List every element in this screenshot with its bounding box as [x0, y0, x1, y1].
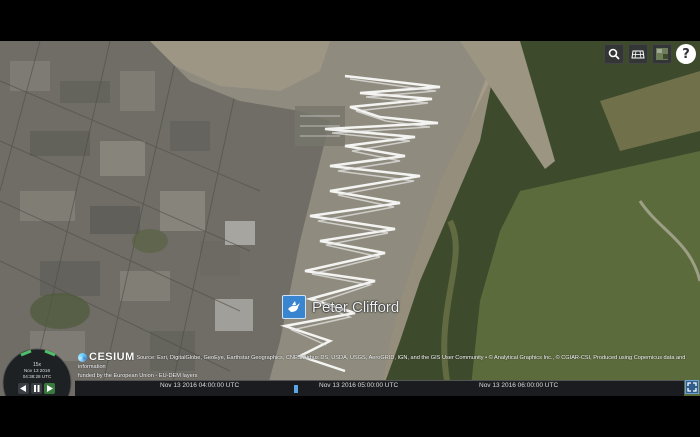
base-layer-picker-button[interactable] [652, 44, 672, 64]
dove-icon [282, 295, 306, 319]
pause-button[interactable] [31, 383, 42, 394]
date-readout: Nov 13 2016 [24, 368, 50, 373]
timeline-tick-2: Nov 13 2016 05:00:00 UTC [319, 382, 399, 389]
globe-grid-icon [631, 50, 645, 59]
search-icon [608, 48, 620, 60]
play-button[interactable] [44, 383, 55, 394]
letterbox-bottom [0, 396, 700, 437]
fullscreen-button[interactable] [685, 380, 699, 394]
letterbox-top [0, 0, 700, 41]
timeline-tick-1: Nov 13 2016 04:00:00 UTC [160, 382, 240, 389]
rewind-button[interactable] [18, 383, 29, 394]
credits-line2: funded by the European Union - EU-DEM la… [78, 372, 198, 379]
timeline[interactable]: Nov 13 2016 04:00:00 UTC Nov 13 2016 05:… [75, 380, 684, 397]
scene-mode-button[interactable] [628, 44, 648, 64]
search-button[interactable] [604, 44, 624, 64]
cesium-logo[interactable]: CESIUM [89, 351, 135, 363]
timeline-tick-3: Nov 13 2016 06:00:00 UTC [479, 382, 559, 389]
timeline-needle[interactable] [294, 385, 298, 393]
credits-line1: Source: Esri, DigitalGlobe, GeoEye, Eart… [78, 354, 686, 370]
entity-name: Peter Clifford [312, 298, 400, 316]
entity-label[interactable]: Peter Clifford [282, 295, 399, 319]
credits-bar: CESIUM Source: Esri, DigitalGlobe, GeoEy… [78, 351, 693, 381]
animation-dial: 15x Nov 13 2016 04:38:28 UTC [2, 348, 72, 418]
map-viewport[interactable] [0, 41, 700, 396]
fullscreen-icon [687, 382, 697, 392]
satellite-imagery [0, 41, 700, 396]
animation-widget[interactable]: 15x Nov 13 2016 04:38:28 UTC [1, 347, 73, 418]
map-toolbar: ? [604, 44, 696, 64]
help-button[interactable]: ? [676, 44, 696, 64]
cesium-logo-icon [78, 353, 87, 362]
base-layer-picker-icon [656, 48, 668, 60]
time-readout: 04:38:28 UTC [23, 374, 52, 379]
